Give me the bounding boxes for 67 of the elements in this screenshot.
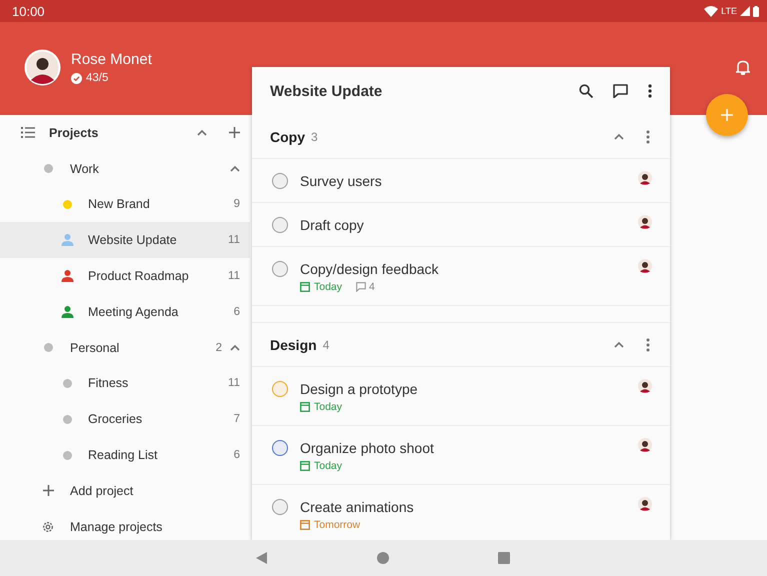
task-count: 4 (322, 338, 330, 352)
due-date: Today (314, 401, 342, 413)
user-name: Rose Monet (71, 51, 153, 69)
bell-icon[interactable] (736, 59, 750, 75)
project-item[interactable]: Meeting Agenda 6 (0, 294, 250, 330)
comment-count: 4 (369, 281, 375, 293)
project-item[interactable]: Groceries 7 (0, 401, 250, 438)
task-checkbox[interactable] (272, 217, 288, 233)
task-checkbox[interactable] (272, 173, 288, 189)
project-item[interactable]: Fitness 11 (0, 366, 250, 402)
add-icon[interactable] (229, 127, 240, 138)
karma-score: 43/5 (86, 72, 108, 84)
chevron-icon[interactable] (614, 340, 624, 348)
project-title: Website Update (270, 82, 384, 100)
list-icon (21, 127, 35, 138)
section-title: Projects (49, 126, 100, 140)
assignee-avatar (638, 438, 652, 452)
menu-item[interactable]: Manage projects (0, 508, 250, 540)
assignee-avatar (638, 379, 652, 393)
network-type: LTE (721, 6, 737, 16)
assignee-avatar (638, 259, 652, 273)
task-title: Draft copy (300, 216, 365, 235)
due-date: Today (314, 281, 342, 293)
add-icon (42, 485, 54, 496)
project-item[interactable]: Reading List 6 (0, 437, 250, 473)
battery-icon (753, 6, 759, 16)
assignee-avatar (638, 215, 652, 229)
user-avatar (24, 49, 61, 86)
chevron-icon[interactable] (197, 128, 207, 137)
task-title: Organize photo shoot (300, 439, 435, 458)
task-checkbox[interactable] (272, 440, 288, 456)
comment-icon[interactable] (613, 84, 628, 98)
task-title: Create animations (300, 498, 415, 517)
task-checkbox[interactable] (272, 261, 288, 277)
project-item[interactable]: Website Update 11 (0, 222, 250, 258)
signal-icon (740, 6, 750, 16)
gear-icon (42, 520, 54, 533)
task-title: Survey users (300, 172, 383, 191)
due-date: Tomorrow (314, 519, 360, 531)
project-item[interactable]: Product Roadmap 11 (0, 258, 250, 294)
chevron-icon[interactable] (230, 164, 240, 173)
home-icon[interactable] (376, 552, 388, 564)
add-task-button[interactable] (706, 94, 748, 136)
section-title: Copy (270, 128, 305, 144)
back-icon[interactable] (256, 552, 267, 564)
check-circle-icon (71, 72, 82, 84)
project-item[interactable]: Personal 2 (0, 330, 250, 366)
due-date: Today (314, 460, 342, 472)
task-checkbox[interactable] (272, 381, 288, 397)
add-icon (721, 109, 733, 121)
menu-item[interactable]: Add project (0, 472, 250, 509)
project-item[interactable]: Work (0, 150, 250, 187)
section-title: Design (270, 336, 317, 352)
chevron-icon[interactable] (614, 132, 624, 140)
task-title: Design a prototype (300, 380, 419, 399)
more-icon[interactable] (648, 84, 652, 98)
assignee-avatar (638, 171, 652, 185)
clock-time: 10:00 (12, 4, 46, 18)
task-count: 3 (311, 130, 319, 144)
task-checkbox[interactable] (272, 499, 288, 515)
comment-icon (356, 282, 366, 292)
project-item[interactable]: New Brand 9 (0, 186, 250, 222)
search-icon[interactable] (579, 84, 593, 98)
chevron-icon[interactable] (230, 344, 240, 352)
wifi-icon (704, 6, 718, 16)
task-title: Copy/design feedback (300, 260, 440, 279)
assignee-avatar (638, 497, 652, 511)
